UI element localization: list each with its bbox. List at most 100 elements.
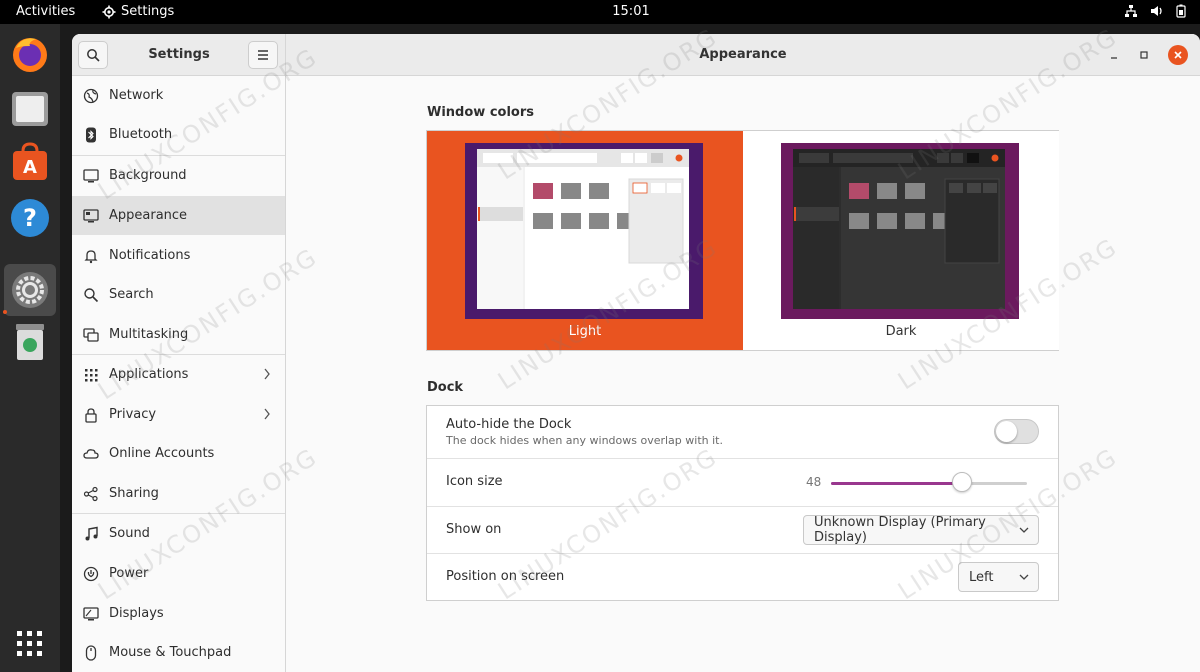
sidebar-item-power[interactable]: Power <box>72 554 285 593</box>
multitasking-icon <box>83 328 99 342</box>
close-button[interactable] <box>1168 45 1188 65</box>
dark-theme-label: Dark <box>885 324 917 339</box>
sidebar-item-sharing[interactable]: Sharing <box>72 474 285 513</box>
power-icon <box>83 566 99 582</box>
globe-icon <box>83 88 99 104</box>
sidebar-item-mouse-touchpad[interactable]: Mouse & Touchpad <box>72 633 285 672</box>
sidebar-item-label: Applications <box>109 367 189 382</box>
theme-dark-option[interactable]: Dark <box>743 131 1059 350</box>
battery-icon <box>1176 4 1186 18</box>
help-icon: ? <box>11 199 49 237</box>
close-icon <box>1174 51 1182 59</box>
show-on-row: Show on Unknown Display (Primary Display… <box>427 507 1058 554</box>
sidebar-item-online-accounts[interactable]: Online Accounts <box>72 434 285 473</box>
settings-icon <box>12 272 48 308</box>
window-colors-heading: Window colors <box>427 105 534 120</box>
theme-light-option[interactable]: Light <box>427 131 743 350</box>
sidebar-item-label: Sharing <box>109 486 159 501</box>
firefox-launcher[interactable] <box>8 32 52 76</box>
sidebar-item-privacy[interactable]: Privacy <box>72 395 285 434</box>
maximize-button[interactable] <box>1134 45 1154 65</box>
settings-launcher[interactable] <box>4 264 56 316</box>
page-title: Appearance <box>699 47 787 62</box>
dark-theme-preview <box>781 143 1019 319</box>
maximize-icon <box>1140 51 1148 59</box>
svg-text:A: A <box>23 157 37 178</box>
system-tray[interactable] <box>1124 4 1186 18</box>
lock-icon <box>85 408 97 423</box>
sidebar-item-label: Bluetooth <box>109 127 173 142</box>
sidebar-header: Settings <box>72 34 286 76</box>
position-label: Position on screen <box>446 569 565 584</box>
icon-size-slider[interactable] <box>831 482 1027 485</box>
top-bar: Activities Settings 15:01 <box>0 0 1200 24</box>
sidebar-item-label: Privacy <box>109 407 157 422</box>
dock-heading: Dock <box>427 380 464 395</box>
trash-icon <box>16 324 44 360</box>
autohide-row: Auto-hide the Dock The dock hides when a… <box>427 406 1058 459</box>
sidebar-item-multitasking[interactable]: Multitasking <box>72 315 285 354</box>
show-on-value: Unknown Display (Primary Display) <box>814 515 986 545</box>
minimize-button[interactable] <box>1104 45 1124 65</box>
mouse-icon <box>85 645 97 661</box>
running-indicator <box>3 310 7 314</box>
clock[interactable]: 15:01 <box>0 4 1200 19</box>
window-colors-picker: Light Dark <box>426 130 1059 351</box>
sidebar-item-label: Background <box>109 168 187 183</box>
sidebar-item-label: Network <box>109 88 164 103</box>
light-theme-preview <box>465 143 703 319</box>
appearance-icon <box>83 209 99 223</box>
light-theme-label: Light <box>568 324 602 339</box>
position-dropdown[interactable]: Left <box>958 562 1039 592</box>
sidebar: Network Bluetooth Background Appearance … <box>72 76 286 672</box>
display-icon <box>83 607 99 621</box>
files-launcher[interactable] <box>8 86 52 130</box>
bell-icon <box>84 250 98 264</box>
sidebar-item-search[interactable]: Search <box>72 275 285 314</box>
chevron-down-icon <box>1019 527 1029 533</box>
sidebar-item-appearance[interactable]: Appearance <box>72 196 285 235</box>
dock: A ? <box>0 24 60 672</box>
autohide-label: Auto-hide the Dock <box>446 417 572 432</box>
show-on-label: Show on <box>446 522 502 537</box>
software-icon: A <box>13 142 47 180</box>
position-value: Left <box>969 569 994 585</box>
sidebar-item-label: Sound <box>109 526 150 541</box>
slider-fill <box>831 482 963 485</box>
position-row: Position on screen Left <box>427 554 1058 600</box>
monitor-icon <box>83 169 99 183</box>
switch-knob <box>996 421 1017 442</box>
icon-size-label: Icon size <box>446 474 503 489</box>
help-launcher[interactable]: ? <box>8 196 52 240</box>
apps-grid-icon <box>17 631 42 656</box>
sidebar-item-bluetooth[interactable]: Bluetooth <box>72 115 285 154</box>
header-bar: Appearance <box>286 34 1200 76</box>
show-applications-button[interactable] <box>8 622 52 666</box>
chevron-right-icon <box>264 408 270 420</box>
autohide-switch[interactable] <box>994 419 1039 444</box>
chevron-down-icon <box>1019 574 1029 580</box>
svg-text:?: ? <box>23 204 37 232</box>
sidebar-item-notifications[interactable]: Notifications <box>72 236 285 275</box>
menu-button[interactable] <box>248 41 278 69</box>
sidebar-item-label: Notifications <box>109 248 191 263</box>
sidebar-item-label: Power <box>109 566 149 581</box>
cloud-icon <box>83 449 99 459</box>
sidebar-item-label: Multitasking <box>109 327 189 342</box>
settings-window: Settings Appearance Network Bluetooth Ba… <box>72 34 1200 672</box>
volume-icon <box>1151 6 1162 16</box>
icon-size-value: 48 <box>806 475 822 489</box>
sidebar-item-displays[interactable]: Displays <box>72 594 285 633</box>
sidebar-item-label: Search <box>109 287 154 302</box>
network-icon <box>1125 5 1137 17</box>
sidebar-item-network[interactable]: Network <box>72 76 285 115</box>
sidebar-item-applications[interactable]: Applications <box>72 355 285 394</box>
show-on-dropdown[interactable]: Unknown Display (Primary Display) <box>803 515 1039 545</box>
slider-handle[interactable] <box>952 472 973 492</box>
trash-launcher[interactable] <box>8 320 52 364</box>
sidebar-item-background[interactable]: Background <box>72 156 285 195</box>
hamburger-icon <box>258 50 268 60</box>
software-launcher[interactable]: A <box>8 140 52 184</box>
sidebar-item-sound[interactable]: Sound <box>72 514 285 553</box>
sidebar-item-label: Mouse & Touchpad <box>109 645 232 660</box>
